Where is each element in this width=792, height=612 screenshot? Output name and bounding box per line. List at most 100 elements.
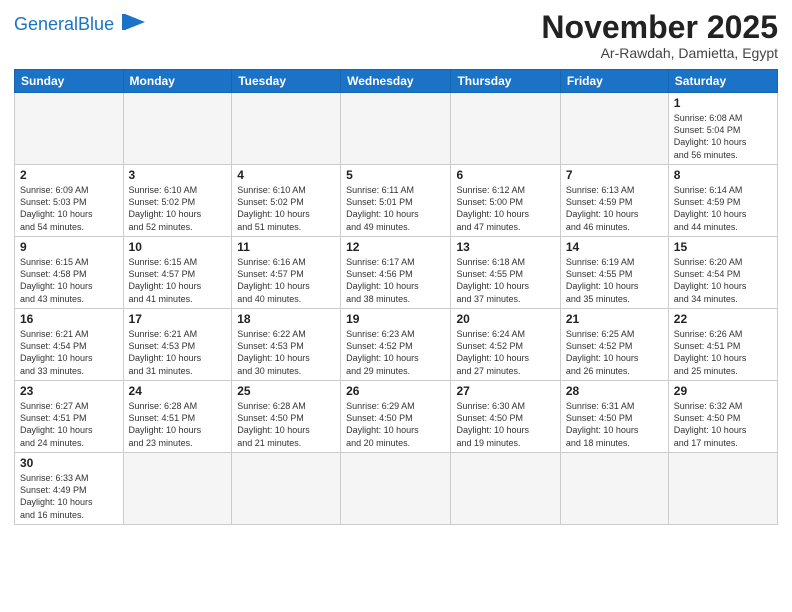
day-13: 13 Sunrise: 6:18 AMSunset: 4:55 PMDaylig… — [451, 237, 560, 309]
calendar-row-1: 1 Sunrise: 6:08 AMSunset: 5:04 PMDayligh… — [15, 93, 778, 165]
day-number: 12 — [346, 240, 445, 254]
day-1: 1 Sunrise: 6:08 AMSunset: 5:04 PMDayligh… — [668, 93, 777, 165]
month-title: November 2025 — [541, 10, 778, 45]
day-info: Sunrise: 6:10 AMSunset: 5:02 PMDaylight:… — [237, 185, 310, 231]
logo-text: GeneralBlue — [14, 14, 114, 34]
day-18: 18 Sunrise: 6:22 AMSunset: 4:53 PMDaylig… — [232, 309, 341, 381]
day-3: 3 Sunrise: 6:10 AMSunset: 5:02 PMDayligh… — [123, 165, 232, 237]
calendar-table: Sunday Monday Tuesday Wednesday Thursday… — [14, 69, 778, 525]
empty-cell — [123, 453, 232, 525]
day-info: Sunrise: 6:16 AMSunset: 4:57 PMDaylight:… — [237, 257, 310, 303]
day-14: 14 Sunrise: 6:19 AMSunset: 4:55 PMDaylig… — [560, 237, 668, 309]
day-4: 4 Sunrise: 6:10 AMSunset: 5:02 PMDayligh… — [232, 165, 341, 237]
day-29: 29 Sunrise: 6:32 AMSunset: 4:50 PMDaylig… — [668, 381, 777, 453]
day-9: 9 Sunrise: 6:15 AMSunset: 4:58 PMDayligh… — [15, 237, 124, 309]
calendar-row-4: 16 Sunrise: 6:21 AMSunset: 4:54 PMDaylig… — [15, 309, 778, 381]
day-25: 25 Sunrise: 6:28 AMSunset: 4:50 PMDaylig… — [232, 381, 341, 453]
day-info: Sunrise: 6:23 AMSunset: 4:52 PMDaylight:… — [346, 329, 419, 375]
day-number: 5 — [346, 168, 445, 182]
day-23: 23 Sunrise: 6:27 AMSunset: 4:51 PMDaylig… — [15, 381, 124, 453]
logo-blue: Blue — [78, 14, 114, 34]
day-30: 30 Sunrise: 6:33 AMSunset: 4:49 PMDaylig… — [15, 453, 124, 525]
location-title: Ar-Rawdah, Damietta, Egypt — [541, 45, 778, 61]
day-info: Sunrise: 6:09 AMSunset: 5:03 PMDaylight:… — [20, 185, 93, 231]
day-number: 7 — [566, 168, 663, 182]
day-info: Sunrise: 6:21 AMSunset: 4:54 PMDaylight:… — [20, 329, 93, 375]
day-info: Sunrise: 6:17 AMSunset: 4:56 PMDaylight:… — [346, 257, 419, 303]
day-12: 12 Sunrise: 6:17 AMSunset: 4:56 PMDaylig… — [341, 237, 451, 309]
day-number: 2 — [20, 168, 118, 182]
day-info: Sunrise: 6:24 AMSunset: 4:52 PMDaylight:… — [456, 329, 529, 375]
day-info: Sunrise: 6:15 AMSunset: 4:57 PMDaylight:… — [129, 257, 202, 303]
logo-general: General — [14, 14, 78, 34]
day-info: Sunrise: 6:31 AMSunset: 4:50 PMDaylight:… — [566, 401, 639, 447]
day-number: 23 — [20, 384, 118, 398]
day-info: Sunrise: 6:32 AMSunset: 4:50 PMDaylight:… — [674, 401, 747, 447]
day-number: 15 — [674, 240, 772, 254]
day-number: 18 — [237, 312, 335, 326]
day-number: 16 — [20, 312, 118, 326]
day-number: 9 — [20, 240, 118, 254]
col-sunday: Sunday — [15, 70, 124, 93]
day-info: Sunrise: 6:14 AMSunset: 4:59 PMDaylight:… — [674, 185, 747, 231]
empty-cell — [123, 93, 232, 165]
day-15: 15 Sunrise: 6:20 AMSunset: 4:54 PMDaylig… — [668, 237, 777, 309]
empty-cell — [451, 93, 560, 165]
day-info: Sunrise: 6:30 AMSunset: 4:50 PMDaylight:… — [456, 401, 529, 447]
day-info: Sunrise: 6:08 AMSunset: 5:04 PMDaylight:… — [674, 113, 747, 159]
day-info: Sunrise: 6:26 AMSunset: 4:51 PMDaylight:… — [674, 329, 747, 375]
day-info: Sunrise: 6:29 AMSunset: 4:50 PMDaylight:… — [346, 401, 419, 447]
calendar-header-row: Sunday Monday Tuesday Wednesday Thursday… — [15, 70, 778, 93]
day-number: 4 — [237, 168, 335, 182]
day-21: 21 Sunrise: 6:25 AMSunset: 4:52 PMDaylig… — [560, 309, 668, 381]
col-thursday: Thursday — [451, 70, 560, 93]
day-number: 29 — [674, 384, 772, 398]
day-5: 5 Sunrise: 6:11 AMSunset: 5:01 PMDayligh… — [341, 165, 451, 237]
empty-cell — [341, 453, 451, 525]
col-friday: Friday — [560, 70, 668, 93]
day-info: Sunrise: 6:11 AMSunset: 5:01 PMDaylight:… — [346, 185, 419, 231]
empty-cell — [668, 453, 777, 525]
day-number: 22 — [674, 312, 772, 326]
day-19: 19 Sunrise: 6:23 AMSunset: 4:52 PMDaylig… — [341, 309, 451, 381]
day-info: Sunrise: 6:22 AMSunset: 4:53 PMDaylight:… — [237, 329, 310, 375]
empty-cell — [232, 453, 341, 525]
day-2: 2 Sunrise: 6:09 AMSunset: 5:03 PMDayligh… — [15, 165, 124, 237]
day-info: Sunrise: 6:10 AMSunset: 5:02 PMDaylight:… — [129, 185, 202, 231]
day-info: Sunrise: 6:25 AMSunset: 4:52 PMDaylight:… — [566, 329, 639, 375]
page: GeneralBlue November 2025 Ar-Rawdah, Dam… — [0, 0, 792, 612]
col-saturday: Saturday — [668, 70, 777, 93]
day-number: 25 — [237, 384, 335, 398]
logo: GeneralBlue — [14, 14, 147, 36]
day-number: 11 — [237, 240, 335, 254]
col-monday: Monday — [123, 70, 232, 93]
day-number: 27 — [456, 384, 554, 398]
day-24: 24 Sunrise: 6:28 AMSunset: 4:51 PMDaylig… — [123, 381, 232, 453]
day-info: Sunrise: 6:27 AMSunset: 4:51 PMDaylight:… — [20, 401, 93, 447]
day-6: 6 Sunrise: 6:12 AMSunset: 5:00 PMDayligh… — [451, 165, 560, 237]
calendar-row-2: 2 Sunrise: 6:09 AMSunset: 5:03 PMDayligh… — [15, 165, 778, 237]
day-28: 28 Sunrise: 6:31 AMSunset: 4:50 PMDaylig… — [560, 381, 668, 453]
day-info: Sunrise: 6:20 AMSunset: 4:54 PMDaylight:… — [674, 257, 747, 303]
day-number: 10 — [129, 240, 227, 254]
day-27: 27 Sunrise: 6:30 AMSunset: 4:50 PMDaylig… — [451, 381, 560, 453]
day-number: 3 — [129, 168, 227, 182]
day-number: 26 — [346, 384, 445, 398]
day-11: 11 Sunrise: 6:16 AMSunset: 4:57 PMDaylig… — [232, 237, 341, 309]
day-10: 10 Sunrise: 6:15 AMSunset: 4:57 PMDaylig… — [123, 237, 232, 309]
day-info: Sunrise: 6:21 AMSunset: 4:53 PMDaylight:… — [129, 329, 202, 375]
day-number: 24 — [129, 384, 227, 398]
empty-cell — [15, 93, 124, 165]
day-number: 28 — [566, 384, 663, 398]
day-number: 17 — [129, 312, 227, 326]
empty-cell — [560, 453, 668, 525]
title-block: November 2025 Ar-Rawdah, Damietta, Egypt — [541, 10, 778, 61]
day-number: 8 — [674, 168, 772, 182]
day-info: Sunrise: 6:28 AMSunset: 4:50 PMDaylight:… — [237, 401, 310, 447]
day-number: 14 — [566, 240, 663, 254]
header: GeneralBlue November 2025 Ar-Rawdah, Dam… — [14, 10, 778, 61]
day-26: 26 Sunrise: 6:29 AMSunset: 4:50 PMDaylig… — [341, 381, 451, 453]
empty-cell — [232, 93, 341, 165]
day-number: 20 — [456, 312, 554, 326]
day-info: Sunrise: 6:28 AMSunset: 4:51 PMDaylight:… — [129, 401, 202, 447]
